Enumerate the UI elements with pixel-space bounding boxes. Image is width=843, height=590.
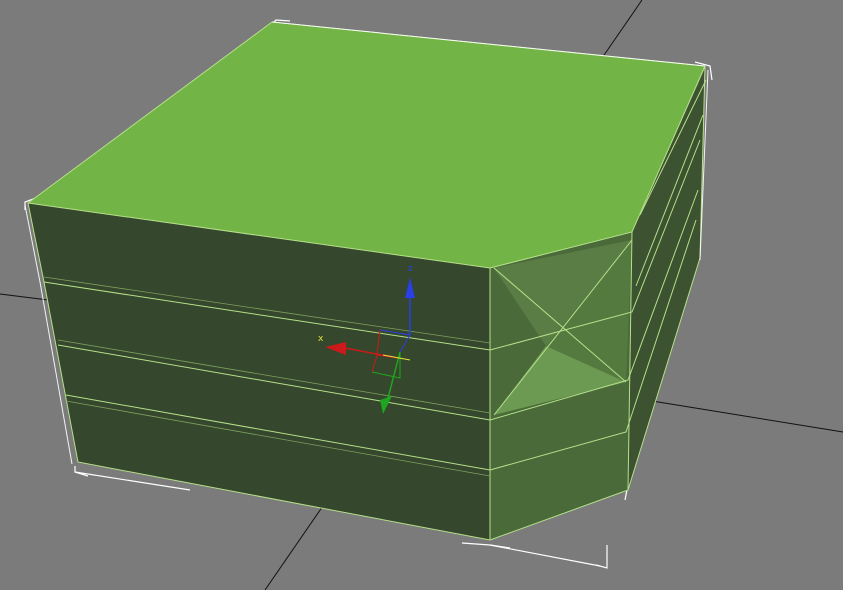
- gizmo-x-label: x: [318, 334, 324, 344]
- gizmo-z-label: z: [408, 264, 413, 274]
- viewport-3d[interactable]: z x: [0, 0, 843, 590]
- viewport-canvas[interactable]: z x: [0, 0, 843, 590]
